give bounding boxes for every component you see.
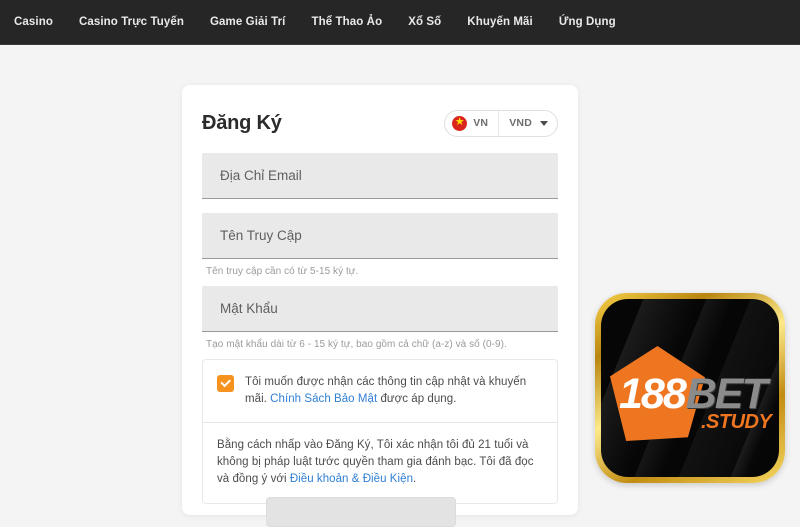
currency-selector[interactable]: ★ VN VND [444, 109, 558, 137]
marketing-consent-text: Tôi muốn được nhận các thông tin cập nhậ… [245, 374, 544, 408]
terms-text-part2: . [413, 473, 417, 485]
chevron-down-icon [540, 120, 548, 126]
marketing-consent-row: Tôi muốn được nhận các thông tin cập nhậ… [203, 360, 557, 423]
nav-item-virtual-sports[interactable]: Thể Thao Ảo [311, 16, 382, 28]
nav-item-lottery[interactable]: Xổ Số [408, 16, 441, 28]
marketing-consent-checkbox[interactable] [217, 375, 234, 392]
terms-conditions-link[interactable]: Điều khoản & Điều Kiện [290, 473, 413, 485]
marketing-consent-text-part2: được áp dụng. [377, 393, 457, 405]
brand-logo-badge: 188 BET .STUDY [595, 293, 785, 483]
brand-wordmark: 188 BET [619, 370, 768, 418]
password-hint: Tạo mật khẩu dài từ 6 - 15 ký tự, bao gồ… [206, 339, 507, 350]
email-field[interactable] [202, 153, 558, 199]
nav-item-casino[interactable]: Casino [14, 16, 53, 28]
password-field[interactable] [202, 286, 558, 332]
brand-text-188: 188 [619, 370, 687, 418]
country-code-label: VN [473, 117, 489, 129]
registration-card: Đăng Ký ★ VN VND Tên truy cập cần có từ … [182, 85, 578, 527]
brand-text-bet: BET [685, 370, 768, 418]
vietnam-flag-icon: ★ [452, 115, 468, 131]
currency-code-label: VND [509, 117, 532, 129]
nav-item-games[interactable]: Game Giải Trí [210, 16, 285, 28]
nav-item-apps[interactable]: Ứng Dụng [559, 16, 616, 28]
nav-item-promotions[interactable]: Khuyến Mãi [467, 16, 533, 28]
page-title: Đăng Ký [202, 111, 282, 134]
consent-section: Tôi muốn được nhận các thông tin cập nhậ… [202, 359, 558, 504]
nav-item-live-casino[interactable]: Casino Trực Tuyến [79, 16, 184, 28]
currency-dropdown[interactable]: VND [499, 111, 557, 136]
country-selector[interactable]: ★ VN [445, 110, 500, 136]
brand-text-study: .STUDY [701, 411, 772, 433]
card-header: Đăng Ký ★ VN VND [202, 107, 558, 139]
username-field[interactable] [202, 213, 558, 259]
terms-disclaimer: Bằng cách nhấp vào Đăng Ký, Tôi xác nhận… [203, 423, 557, 503]
top-navigation-bar: Casino Casino Trực Tuyến Game Giải Trí T… [0, 0, 800, 45]
submit-button[interactable] [266, 497, 456, 527]
privacy-policy-link[interactable]: Chính Sách Bảo Mật [270, 393, 377, 405]
username-hint: Tên truy cập cần có từ 5-15 ký tự. [206, 266, 359, 277]
